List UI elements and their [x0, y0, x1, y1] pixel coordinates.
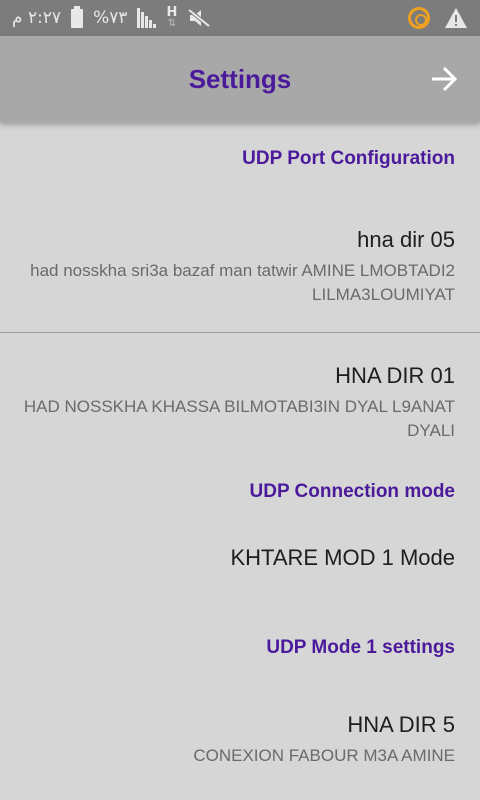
notification-icon [408, 7, 430, 29]
pref-title: HNA DIR 01 [335, 363, 455, 388]
battery-percent: %٧٣ [93, 8, 128, 28]
category-udp-connection-mode: UDP Connection mode [0, 471, 480, 531]
status-time: ٢:٢٧ م [12, 8, 62, 28]
pref-title: hna dir 05 [357, 227, 455, 252]
pref-summary: HAD NOSSKHA KHASSA BILMOTABI3IN DYAL L9A… [23, 397, 455, 440]
pref-hna-dir-05[interactable]: hna dir 05 had nosskha sri3a bazaf man t… [0, 197, 480, 332]
pref-hna-dir-5[interactable]: HNA DIR 5 CONEXION FABOUR M3A AMINE [0, 685, 480, 795]
pref-hna-dir-01[interactable]: HNA DIR 01 HAD NOSSKHA KHASSA BILMOTABI3… [0, 333, 480, 471]
warning-icon [445, 8, 467, 28]
category-udp-port-configuration: UDP Port Configuration [0, 122, 480, 197]
status-bar: ٢:٢٧ م %٧٣ H ⇅ [0, 0, 480, 36]
app-bar: Settings [0, 36, 480, 122]
pref-khtare-mod-1-mode[interactable]: KHTARE MOD 1 Mode [0, 531, 480, 623]
pref-title: KHTARE MOD 1 Mode [230, 545, 455, 570]
page-title: Settings [188, 63, 292, 94]
mute-icon [188, 8, 211, 28]
category-label: UDP Connection mode [249, 481, 456, 502]
network-type-icon: H ⇅ [166, 5, 178, 29]
pref-summary: had nosskha sri3a bazaf man tatwir AMINE… [30, 261, 455, 304]
status-left: ٢:٢٧ م %٧٣ H ⇅ [12, 0, 211, 36]
category-label: UDP Mode 1 settings [266, 637, 455, 658]
category-udp-mode-1-settings: UDP Mode 1 settings [0, 623, 480, 685]
status-right [408, 0, 468, 36]
settings-list: UDP Port Configuration hna dir 05 had no… [0, 122, 480, 795]
arrow-right-icon[interactable] [430, 66, 458, 92]
signal-icon [137, 8, 157, 28]
pref-title: HNA DIR 5 [347, 712, 455, 737]
category-label: UDP Port Configuration [242, 148, 455, 169]
pref-summary: CONEXION FABOUR M3A AMINE [193, 746, 455, 765]
battery-icon [71, 5, 84, 28]
